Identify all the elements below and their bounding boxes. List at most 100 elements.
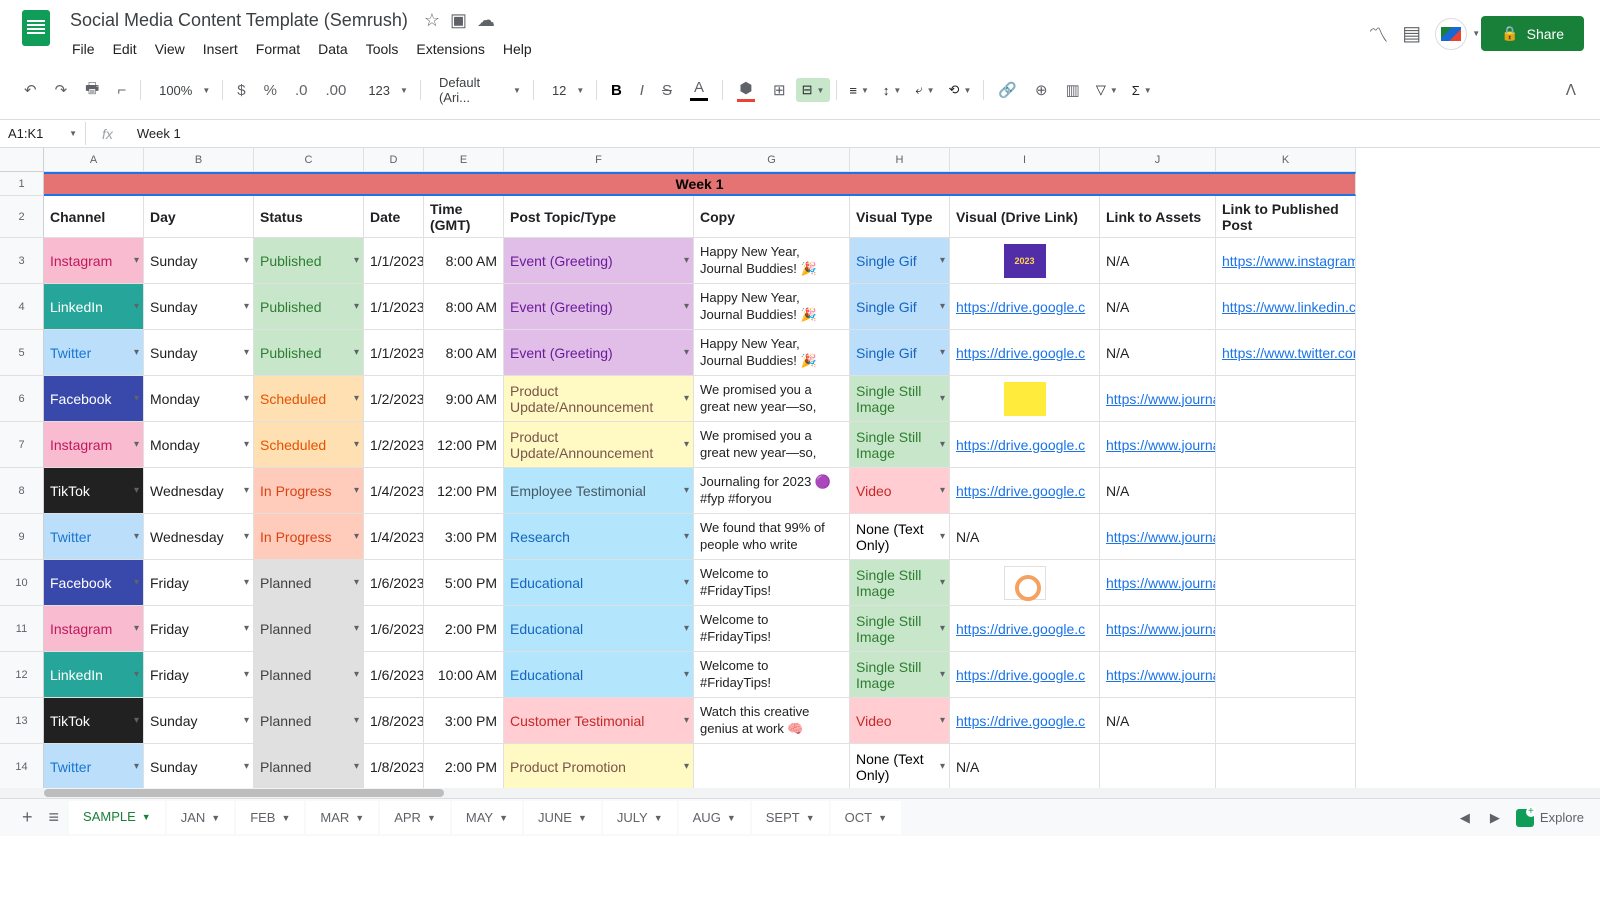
sheet-tab-may[interactable]: MAY▼ bbox=[452, 801, 522, 834]
header-date[interactable]: Date bbox=[364, 196, 424, 238]
header-channel[interactable]: Channel bbox=[44, 196, 144, 238]
halign-button[interactable]: ≡▼ bbox=[843, 79, 875, 102]
cell-copy[interactable]: Journaling for 2023 🟣 #fyp #foryou bbox=[694, 468, 850, 514]
cell-copy[interactable]: Happy New Year, Journal Buddies! 🎉 bbox=[694, 284, 850, 330]
drive-link[interactable]: https://drive.google.c bbox=[956, 299, 1085, 315]
col-header-A[interactable]: A bbox=[44, 148, 144, 172]
cell-status[interactable]: Scheduled bbox=[254, 422, 364, 468]
strike-button[interactable]: S bbox=[654, 76, 680, 105]
fill-color-button[interactable]: ⬢ bbox=[729, 73, 763, 108]
header-published[interactable]: Link to Published Post bbox=[1216, 196, 1356, 238]
row-num-8[interactable]: 8 bbox=[0, 468, 44, 514]
cell-visual[interactable] bbox=[950, 376, 1100, 422]
col-header-E[interactable]: E bbox=[424, 148, 504, 172]
cell-channel[interactable]: TikTok bbox=[44, 698, 144, 744]
cell-assets[interactable]: https://www.journalingwithfrien bbox=[1100, 514, 1216, 560]
published-link[interactable]: https://www.instagram.com/lin bbox=[1222, 253, 1356, 269]
cell-copy[interactable] bbox=[694, 744, 850, 788]
sheet-tab-apr[interactable]: APR▼ bbox=[380, 801, 450, 834]
cell-assets[interactable]: https://www.journalingwithfrien bbox=[1100, 652, 1216, 698]
row-num-14[interactable]: 14 bbox=[0, 744, 44, 788]
cell-status[interactable]: Planned bbox=[254, 698, 364, 744]
cell-assets[interactable]: N/A bbox=[1100, 698, 1216, 744]
cell-day[interactable]: Sunday bbox=[144, 330, 254, 376]
cell-time[interactable]: 3:00 PM bbox=[424, 698, 504, 744]
cell-status[interactable]: Planned bbox=[254, 652, 364, 698]
sheet-tab-jan[interactable]: JAN▼ bbox=[167, 801, 234, 834]
cell-visual-type[interactable]: Single Gif bbox=[850, 330, 950, 376]
cell-visual[interactable]: https://drive.google.c bbox=[950, 422, 1100, 468]
cell-published[interactable] bbox=[1216, 744, 1356, 788]
cell-topic[interactable]: Educational bbox=[504, 652, 694, 698]
published-link[interactable]: https://www.linkedin.com/linkto bbox=[1222, 299, 1356, 315]
italic-button[interactable]: I bbox=[632, 76, 652, 105]
text-color-button[interactable]: A bbox=[682, 73, 716, 107]
rotate-button[interactable]: ⟲▼ bbox=[943, 78, 978, 102]
all-sheets-button[interactable]: ≡ bbox=[43, 801, 66, 834]
menu-file[interactable]: File bbox=[64, 37, 103, 61]
cell-time[interactable]: 10:00 AM bbox=[424, 652, 504, 698]
menu-edit[interactable]: Edit bbox=[105, 37, 145, 61]
cell-published[interactable] bbox=[1216, 560, 1356, 606]
cell-date[interactable]: 1/2/2023 bbox=[364, 376, 424, 422]
cell-copy[interactable]: Watch this creative genius at work 🧠 bbox=[694, 698, 850, 744]
cell-date[interactable]: 1/1/2023 bbox=[364, 284, 424, 330]
cell-channel[interactable]: Instagram bbox=[44, 606, 144, 652]
cell-day[interactable]: Sunday bbox=[144, 698, 254, 744]
activity-icon[interactable]: 〽 bbox=[1368, 19, 1388, 48]
menu-view[interactable]: View bbox=[147, 37, 193, 61]
menu-extensions[interactable]: Extensions bbox=[408, 37, 492, 61]
decrease-decimal-button[interactable]: .0 bbox=[287, 76, 316, 105]
cell-topic[interactable]: Product Promotion bbox=[504, 744, 694, 788]
cell-channel[interactable]: TikTok bbox=[44, 468, 144, 514]
cell-assets[interactable]: N/A bbox=[1100, 238, 1216, 284]
cell-channel[interactable]: Twitter bbox=[44, 514, 144, 560]
cell-copy[interactable]: We found that 99% of people who write bbox=[694, 514, 850, 560]
asset-link[interactable]: https://www.journalingwithfrien bbox=[1106, 621, 1216, 637]
currency-button[interactable]: $ bbox=[229, 76, 253, 105]
cell-visual[interactable]: N/A bbox=[950, 514, 1100, 560]
published-link[interactable]: https://www.twitter.com/linktop bbox=[1222, 345, 1356, 361]
cell-status[interactable]: In Progress bbox=[254, 468, 364, 514]
cell-topic[interactable]: Educational bbox=[504, 560, 694, 606]
bold-button[interactable]: B bbox=[603, 76, 630, 105]
cell-visual[interactable]: https://drive.google.c bbox=[950, 284, 1100, 330]
cell-day[interactable]: Wednesday bbox=[144, 514, 254, 560]
cell-visual-type[interactable]: Video bbox=[850, 468, 950, 514]
cell-date[interactable]: 1/8/2023 bbox=[364, 698, 424, 744]
drive-link[interactable]: https://drive.google.c bbox=[956, 621, 1085, 637]
cell-time[interactable]: 9:00 AM bbox=[424, 376, 504, 422]
font-size-dropdown[interactable]: 12▼ bbox=[540, 75, 590, 106]
cell-published[interactable]: https://www.instagram.com/lin bbox=[1216, 238, 1356, 284]
drive-link[interactable]: https://drive.google.c bbox=[956, 437, 1085, 453]
header-status[interactable]: Status bbox=[254, 196, 364, 238]
cell-topic[interactable]: Customer Testimonial bbox=[504, 698, 694, 744]
cell-published[interactable]: https://www.twitter.com/linktop bbox=[1216, 330, 1356, 376]
cell-time[interactable]: 12:00 PM bbox=[424, 422, 504, 468]
cell-day[interactable]: Wednesday bbox=[144, 468, 254, 514]
row-num-2[interactable]: 2 bbox=[0, 196, 44, 238]
cell-visual[interactable]: https://drive.google.c bbox=[950, 652, 1100, 698]
print-button[interactable]: 🖶 bbox=[77, 72, 107, 109]
cell-visual[interactable]: https://drive.google.c bbox=[950, 468, 1100, 514]
cloud-icon[interactable]: ☁ bbox=[477, 10, 495, 31]
header-time[interactable]: Time (GMT) bbox=[424, 196, 504, 238]
cell-visual[interactable]: https://drive.google.c bbox=[950, 330, 1100, 376]
col-header-I[interactable]: I bbox=[950, 148, 1100, 172]
cell-visual[interactable] bbox=[950, 560, 1100, 606]
drive-link[interactable]: https://drive.google.c bbox=[956, 345, 1085, 361]
cell-published[interactable] bbox=[1216, 422, 1356, 468]
cell-date[interactable]: 1/4/2023 bbox=[364, 514, 424, 560]
cell-assets[interactable] bbox=[1100, 744, 1216, 788]
cell-assets[interactable]: N/A bbox=[1100, 330, 1216, 376]
cell-date[interactable]: 1/6/2023 bbox=[364, 606, 424, 652]
cell-status[interactable]: Planned bbox=[254, 560, 364, 606]
cell-copy[interactable]: Welcome to #FridayTips! bbox=[694, 652, 850, 698]
row-num-11[interactable]: 11 bbox=[0, 606, 44, 652]
cell-visual-type[interactable]: None (Text Only) bbox=[850, 514, 950, 560]
cell-published[interactable] bbox=[1216, 698, 1356, 744]
functions-button[interactable]: Σ▼ bbox=[1126, 79, 1158, 102]
chart-button[interactable]: ▥ bbox=[1058, 75, 1088, 105]
meet-button[interactable]: ▼ bbox=[1435, 18, 1467, 50]
sheets-logo[interactable] bbox=[16, 8, 56, 48]
